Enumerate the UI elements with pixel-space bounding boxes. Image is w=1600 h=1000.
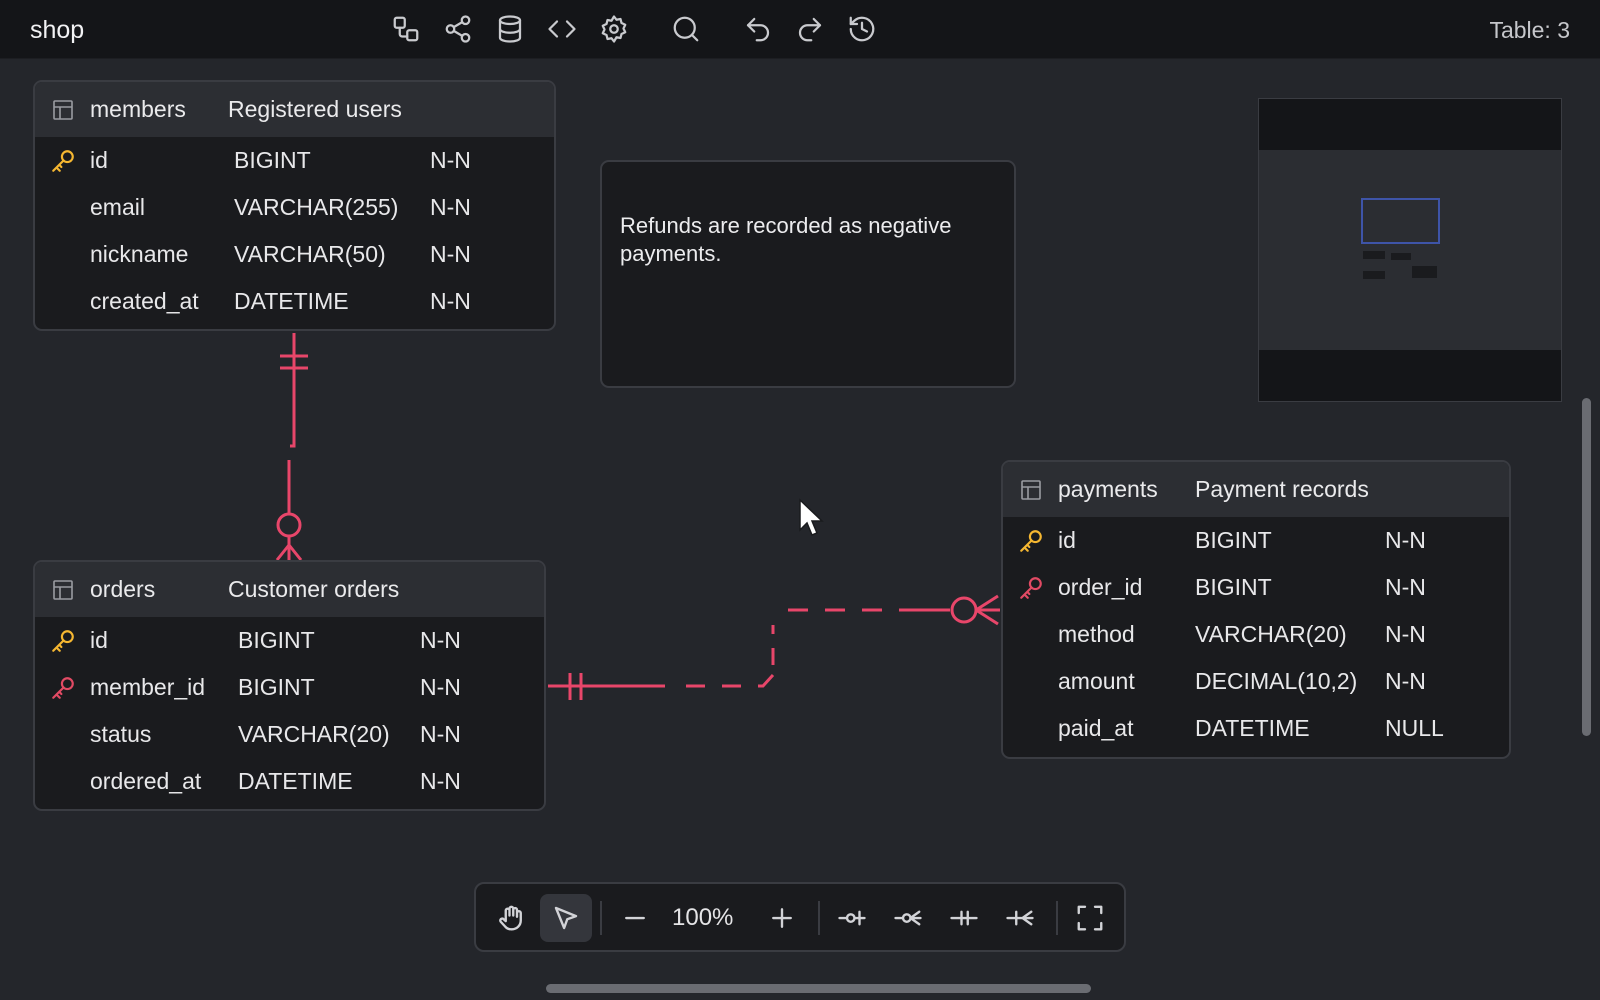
canvas-toolbar: 100% [474,882,1126,952]
table-row[interactable]: id BIGINT N-N [35,137,554,184]
gear-icon[interactable] [598,13,630,45]
database-icon[interactable] [494,13,526,45]
foreign-key-icon [50,675,76,701]
table-row[interactable]: id BIGINT N-N [35,617,544,664]
one-to-one-relation-button[interactable] [938,894,990,942]
zero-or-many-relation-button[interactable] [882,894,934,942]
share-icon[interactable] [442,13,474,45]
one-or-many-relation-button[interactable] [994,894,1046,942]
table-orders[interactable]: orders Customer orders id BIGINT N-N mem… [33,560,546,811]
code-icon[interactable] [546,13,578,45]
table-header[interactable]: payments Payment records [1003,462,1509,517]
note-box[interactable]: Refunds are recorded as negative payment… [600,160,1016,388]
toolbar-separator [818,901,820,935]
search-icon[interactable] [670,13,702,45]
table-row[interactable]: created_at DATETIME N-N [35,278,554,325]
minimap-table [1363,251,1385,259]
table-header[interactable]: members Registered users [35,82,554,137]
table-row[interactable]: status VARCHAR(20) N-N [35,711,544,758]
table-icon [1020,479,1042,501]
minimap-viewport [1259,150,1561,350]
hand-icon [499,905,522,931]
zoom-in-button[interactable] [756,894,808,942]
table-row[interactable]: order_id BIGINT N-N [1003,564,1509,611]
primary-key-icon [1018,528,1044,554]
table-row[interactable]: member_id BIGINT N-N [35,664,544,711]
table-payments[interactable]: payments Payment records id BIGINT N-N o… [1001,460,1511,759]
vertical-scrollbar[interactable] [1582,398,1591,736]
hand-tool-button[interactable] [486,894,538,942]
table-comment: Customer orders [228,576,400,602]
zero-or-one-icon [838,910,866,926]
toolbar-separator [600,901,602,935]
table-row[interactable]: email VARCHAR(255) N-N [35,184,554,231]
diagram-icon[interactable] [390,13,422,45]
foreign-key-icon [1018,575,1044,601]
fullscreen-icon [1077,905,1103,931]
table-comment: Registered users [228,96,402,122]
plus-icon [772,908,792,928]
table-members[interactable]: members Registered users id BIGINT N-N e… [33,80,556,331]
mouse-cursor-icon [799,498,824,536]
table-header[interactable]: orders Customer orders [35,562,544,617]
relation-members-orders [290,333,296,448]
primary-key-icon [50,148,76,174]
minimap-table [1363,271,1385,279]
fullscreen-button[interactable] [1064,894,1116,942]
zoom-level[interactable]: 100% [672,904,733,932]
minus-icon [625,916,645,920]
zoom-out-button[interactable] [609,894,661,942]
note-text: Refunds are recorded as negative payment… [620,213,952,266]
minimap-note [1391,253,1411,260]
top-toolbar: shop Table: 3 [0,0,1600,59]
table-row[interactable]: amount DECIMAL(10,2) N-N [1003,658,1509,705]
table-comment: Payment records [1195,476,1369,502]
select-tool-button[interactable] [540,894,592,942]
app-title: shop [30,16,85,44]
minimap-frame[interactable] [1361,198,1440,244]
table-row[interactable]: nickname VARCHAR(50) N-N [35,231,554,278]
table-count: Table: 3 [1489,17,1570,43]
zero-or-one-relation-button[interactable] [826,894,878,942]
minimap[interactable] [1258,98,1562,402]
table-row[interactable]: method VARCHAR(20) N-N [1003,611,1509,658]
table-name: payments [1058,476,1158,502]
history-icon[interactable] [846,13,878,45]
minimap-table [1412,266,1437,278]
primary-key-icon [50,628,76,654]
zero-or-many-icon [894,910,922,926]
redo-icon[interactable] [794,13,826,45]
table-name: members [90,96,186,122]
table-icon [52,99,74,121]
table-row[interactable]: id BIGINT N-N [1003,517,1509,564]
table-name: orders [90,576,156,602]
table-row[interactable]: paid_at DATETIME NULL [1003,705,1509,752]
toolbar-separator [1056,901,1058,935]
undo-icon[interactable] [742,13,774,45]
table-row[interactable]: ordered_at DATETIME N-N [35,758,544,805]
table-icon [52,579,74,601]
horizontal-scrollbar[interactable] [546,984,1091,993]
one-or-many-icon [1006,910,1034,926]
cursor-arrow-icon [554,906,578,930]
one-only-icon [950,910,978,926]
